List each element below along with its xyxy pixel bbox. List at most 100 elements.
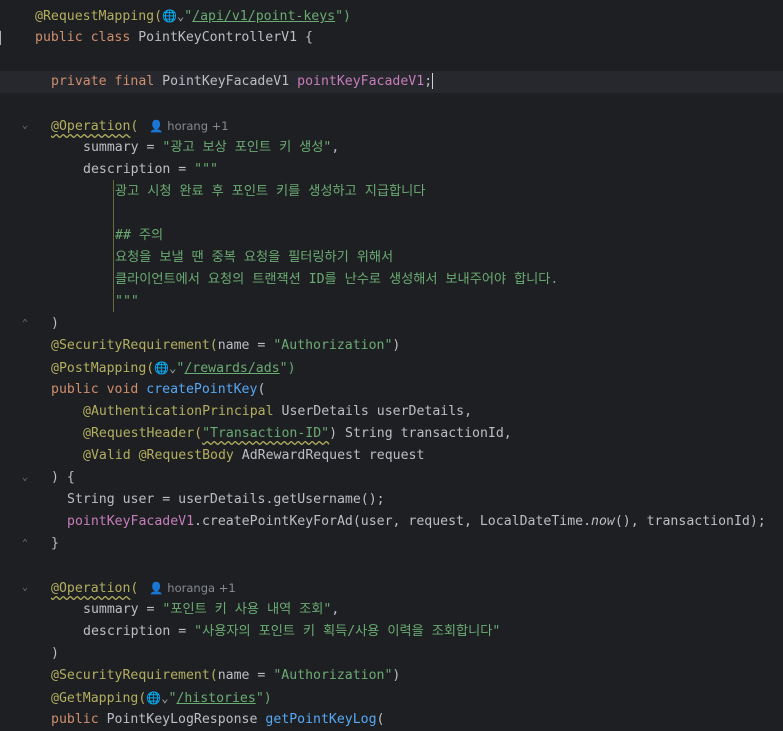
code-token: public void: [51, 382, 147, 397]
code-text: public PointKeyLogResponse getPointKeyLo…: [51, 709, 384, 731]
code-text: public class PointKeyControllerV1 {: [35, 27, 313, 49]
code-token: "): [335, 9, 351, 24]
code-line[interactable]: public void createPointKey(: [0, 379, 783, 401]
code-token: "): [279, 361, 296, 376]
code-line[interactable]: @RequestHeader("Transaction-ID") String …: [0, 423, 783, 445]
code-line[interactable]: ▏ public class PointKeyControllerV1 {: [0, 27, 783, 49]
code-line[interactable]: public PointKeyLogResponse getPointKeyLo…: [0, 709, 783, 731]
fold-toggle-icon[interactable]: ⌄: [19, 115, 31, 137]
code-token: summary =: [83, 602, 163, 617]
code-line[interactable]: 광고 시청 완료 후 포인트 키를 생성하고 지급합니다: [0, 181, 783, 203]
code-text: @Operation( 👤 horang +1: [51, 115, 229, 138]
code-line[interactable]: """: [0, 291, 783, 313]
code-line[interactable]: private final PointKeyFacadeV1 pointKeyF…: [0, 71, 783, 93]
code-line[interactable]: summary = "포인트 키 사용 내역 조회",: [0, 599, 783, 621]
code-token: "Transaction-ID": [202, 426, 330, 441]
code-token: @AuthenticationPrincipal: [83, 404, 282, 419]
code-token: PointKeyFacadeV1: [162, 74, 298, 89]
code-token: private final: [51, 74, 163, 89]
author-inlay-hint[interactable]: 👤 horanga +1: [138, 581, 235, 595]
code-token: @PostMapping(: [51, 361, 155, 376]
code-token: pointKeyFacadeV1: [297, 74, 425, 89]
code-token: ) {: [51, 470, 75, 485]
author-inlay-hint[interactable]: 👤 horang +1: [138, 119, 228, 133]
code-text: 요청을 보낼 땐 중복 요청을 필터링하기 위해서: [115, 247, 393, 269]
code-token: PointKeyControllerV1 {: [138, 30, 313, 45]
code-token: @Operation: [51, 119, 131, 134]
code-token: name =: [217, 668, 274, 683]
text-cursor: [432, 73, 434, 89]
code-line[interactable]: description = """: [0, 159, 783, 181]
code-line[interactable]: ⌄ @Operation( 👤 horanga +1: [0, 577, 783, 599]
code-token: @RequestMapping(: [35, 9, 163, 24]
code-text: @SecurityRequirement(name = "Authorizati…: [51, 335, 400, 357]
code-line[interactable]: pointKeyFacadeV1.createPointKeyForAd(use…: [0, 511, 783, 533]
code-line[interactable]: ⌃}: [0, 533, 783, 555]
code-line[interactable]: @Valid @RequestBody AdRewardRequest requ…: [0, 445, 783, 467]
code-token: 클라이언트에서 요청의 트랜잭션 ID를 난수로 생성해서 보내주어야 합니다.: [115, 272, 559, 287]
code-text: 클라이언트에서 요청의 트랜잭션 ID를 난수로 생성해서 보내주어야 합니다.: [115, 269, 558, 291]
code-line[interactable]: ): [0, 643, 783, 665]
code-line[interactable]: [0, 49, 783, 71]
code-line[interactable]: @SecurityRequirement(name = "Authorizati…: [0, 665, 783, 687]
code-text: description = """: [83, 159, 218, 181]
code-editor[interactable]: @RequestMapping(🌐⌄"/api/v1/point-keys") ▏…: [0, 0, 783, 729]
code-token: "사용자의 포인트 키 획득/사용 이력을 조회합니다": [194, 624, 501, 639]
gutter-marker: ▏: [0, 31, 8, 45]
endpoint-globe-icon[interactable]: 🌐⌄: [154, 361, 176, 375]
code-line[interactable]: ⌄ ) {: [0, 467, 783, 489]
code-text: ) {: [51, 467, 75, 489]
code-token: ## 주의: [115, 228, 164, 243]
code-text: ): [51, 643, 59, 665]
code-line[interactable]: ⌄ @Operation( 👤 horang +1: [0, 115, 783, 137]
code-token: ): [51, 316, 59, 331]
code-line[interactable]: 클라이언트에서 요청의 트랜잭션 ID를 난수로 생성해서 보내주어야 합니다.: [0, 269, 783, 291]
code-line[interactable]: String user = userDetails.getUsername();: [0, 489, 783, 511]
code-token: public: [51, 712, 107, 727]
fold-toggle-icon[interactable]: ⌄: [19, 467, 31, 489]
code-token: "Authorization": [273, 668, 393, 683]
code-token: /api/v1/point-keys: [192, 9, 336, 24]
fold-toggle-icon[interactable]: ⌃: [19, 533, 31, 555]
code-token: String user = userDetails.getUsername();: [67, 492, 385, 507]
code-token: }: [51, 536, 59, 551]
code-text: summary = "포인트 키 사용 내역 조회",: [83, 599, 339, 621]
fold-toggle-icon[interactable]: ⌃: [19, 313, 31, 335]
code-token: """: [115, 294, 139, 309]
code-token: ,: [331, 602, 340, 617]
code-token: getPointKeyLog: [265, 712, 377, 727]
endpoint-globe-icon[interactable]: 🌐⌄: [162, 9, 184, 23]
code-token: @SecurityRequirement(: [51, 668, 218, 683]
code-line[interactable]: @GetMapping(🌐⌄"/histories"): [0, 687, 783, 709]
code-token: pointKeyFacadeV1: [67, 514, 195, 529]
code-line[interactable]: summary = "광고 보상 포인트 키 생성",: [0, 137, 783, 159]
code-line[interactable]: @SecurityRequirement(name = "Authorizati…: [0, 335, 783, 357]
code-line[interactable]: [0, 203, 783, 225]
code-token: 요청을 보낼 땐 중복 요청을 필터링하기 위해서: [115, 250, 394, 265]
code-token: description =: [83, 624, 195, 639]
code-text: }: [51, 533, 59, 555]
code-token: createPointKey: [146, 382, 258, 397]
code-token: "): [255, 691, 272, 706]
code-token: (), transactionId);: [614, 514, 766, 529]
fold-toggle-icon[interactable]: ⌄: [19, 577, 31, 599]
code-text: @RequestMapping(🌐⌄"/api/v1/point-keys"): [35, 5, 351, 28]
code-line[interactable]: ⌃): [0, 313, 783, 335]
endpoint-globe-icon[interactable]: 🌐⌄: [146, 691, 168, 705]
code-line[interactable]: [0, 555, 783, 577]
code-text: summary = "광고 보상 포인트 키 생성",: [83, 137, 339, 159]
code-token: description =: [83, 162, 195, 177]
code-line[interactable]: ## 주의: [0, 225, 783, 247]
code-line[interactable]: @AuthenticationPrincipal UserDetails use…: [0, 401, 783, 423]
code-text: @PostMapping(🌐⌄"/rewards/ads"): [51, 357, 296, 380]
code-line[interactable]: @PostMapping(🌐⌄"/rewards/ads"): [0, 357, 783, 379]
code-line[interactable]: @RequestMapping(🌐⌄"/api/v1/point-keys"): [0, 5, 783, 27]
code-token: ) String transactionId,: [329, 426, 512, 441]
code-line[interactable]: [0, 93, 783, 115]
code-line[interactable]: description = "사용자의 포인트 키 획득/사용 이력을 조회합니…: [0, 621, 783, 643]
code-line[interactable]: 요청을 보낼 땐 중복 요청을 필터링하기 위해서: [0, 247, 783, 269]
code-token: """: [194, 162, 218, 177]
code-text: String user = userDetails.getUsername();: [67, 489, 385, 511]
code-token: ): [392, 338, 401, 353]
code-text: @SecurityRequirement(name = "Authorizati…: [51, 665, 400, 687]
